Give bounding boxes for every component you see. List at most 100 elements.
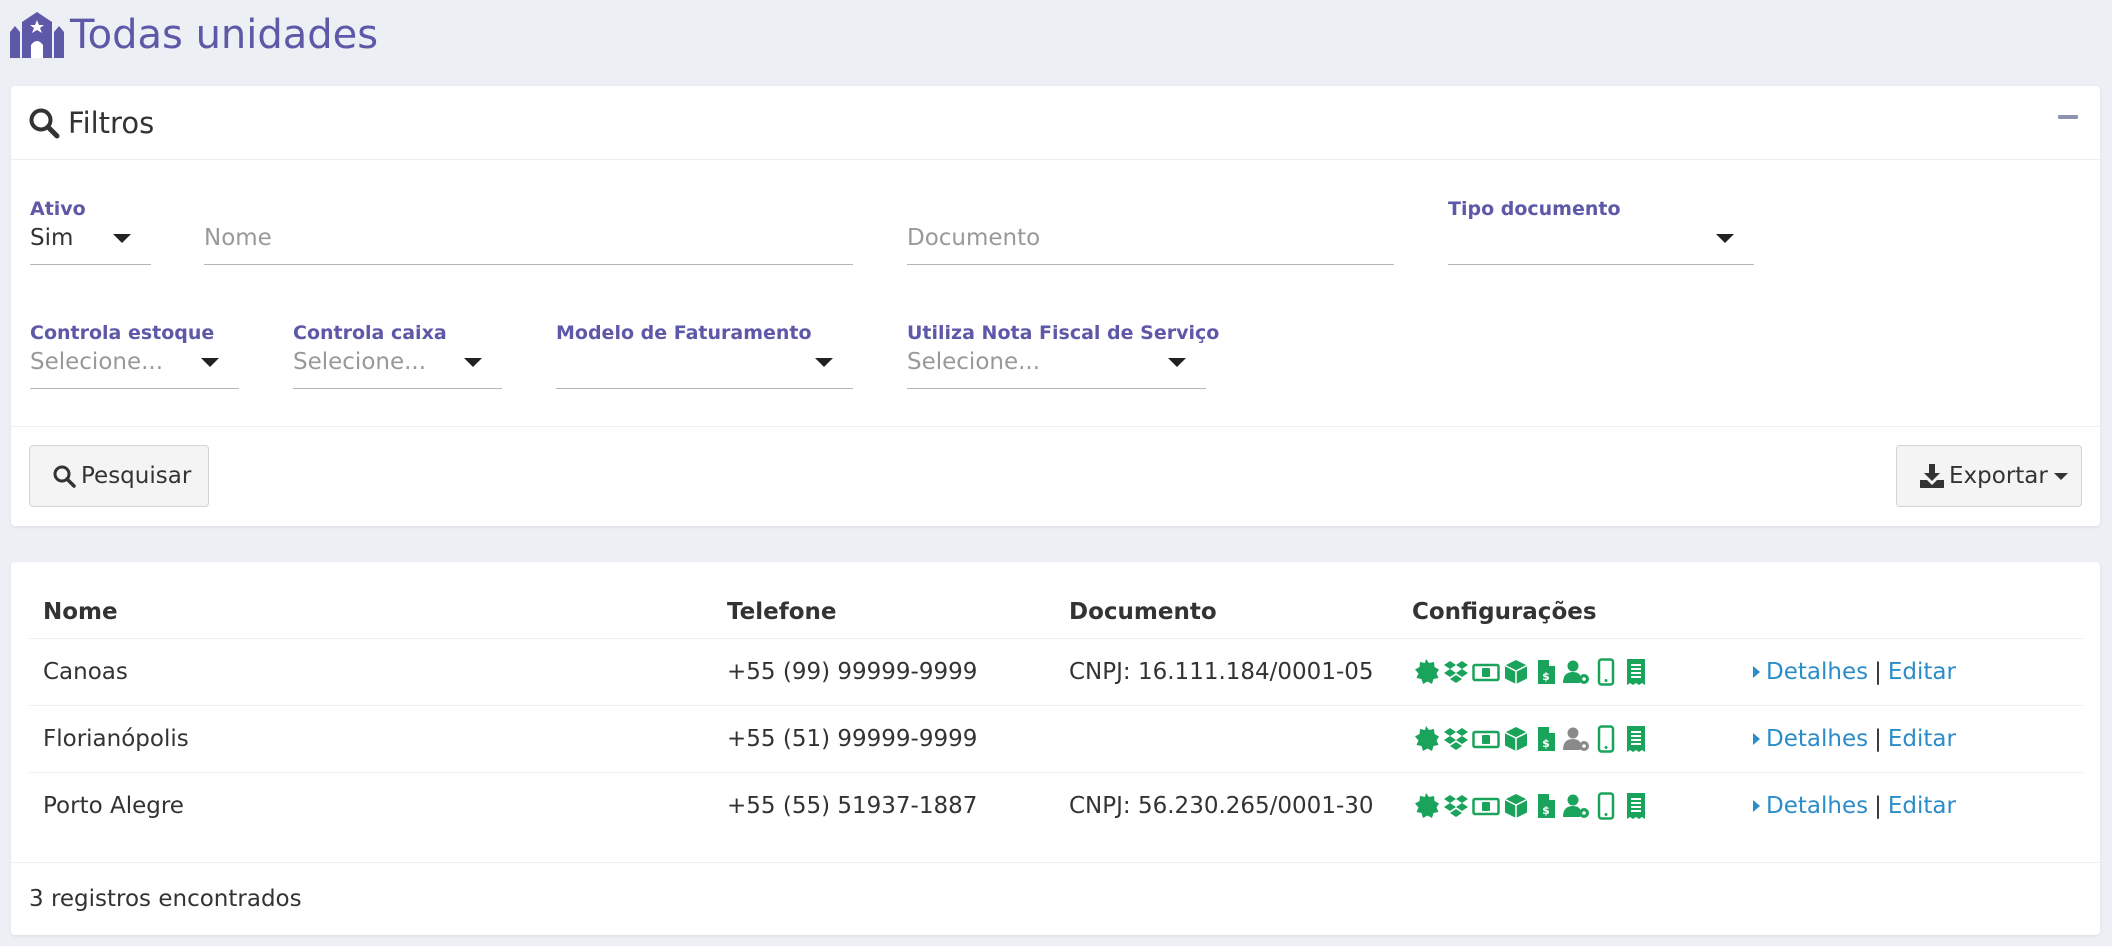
box-icon <box>1504 659 1528 684</box>
collapse-button[interactable] <box>2058 115 2078 119</box>
cell-configuracoes: $ <box>1398 638 1739 706</box>
receipt-icon <box>1627 792 1645 819</box>
controla-estoque-label: Controla estoque <box>30 322 215 344</box>
user-cog-icon <box>1563 660 1589 684</box>
details-link[interactable]: Detalhes <box>1766 726 1868 752</box>
documento-input[interactable]: Documento <box>907 198 1394 268</box>
cell-documento: CNPJ: 16.111.184/0001-05 <box>1055 638 1398 706</box>
receipt-icon <box>1627 658 1645 685</box>
cell-telefone: +55 (55) 51937-1887 <box>727 792 978 819</box>
chevron-down-icon <box>815 358 833 367</box>
cell-documento: CNPJ: 56.230.265/0001-30 <box>1069 792 1374 819</box>
nota-fiscal-select[interactable]: Utiliza Nota Fiscal de Serviço Selecione… <box>907 322 1219 392</box>
table-row: Canoas +55 (99) 99999-9999 CNPJ: 16.111.… <box>29 638 2083 706</box>
svg-text:$: $ <box>1542 737 1550 750</box>
dropbox-icon <box>1444 727 1468 750</box>
cell-telefone: +55 (99) 99999-9999 <box>713 638 1055 706</box>
download-icon <box>1920 464 1944 488</box>
receipt-icon <box>1627 725 1645 752</box>
page-header: Todas unidades <box>10 8 378 62</box>
nome-input[interactable]: Nome <box>204 198 853 268</box>
action-separator: | <box>1874 658 1882 685</box>
controla-estoque-select[interactable]: Controla estoque Selecione... <box>30 322 239 392</box>
svg-text:$: $ <box>1542 804 1550 817</box>
badge-icon <box>1415 792 1439 818</box>
cell-nome: Florianópolis <box>29 705 713 773</box>
modelo-faturamento-label: Modelo de Faturamento <box>556 322 812 344</box>
search-button-label: Pesquisar <box>81 463 192 489</box>
documento-placeholder: Documento <box>907 225 1041 251</box>
results-table: Nome Telefone Documento Configurações Ca… <box>29 586 2083 839</box>
file-invoice-dollar-icon: $ <box>1538 726 1555 751</box>
controla-caixa-label: Controla caixa <box>293 322 447 344</box>
column-header[interactable]: Telefone <box>713 586 1055 639</box>
mobile-icon <box>1597 724 1615 753</box>
chevron-down-icon <box>113 234 131 243</box>
caret-right-icon <box>1753 665 1760 678</box>
nota-fiscal-placeholder: Selecione... <box>907 349 1041 375</box>
tipo-documento-select[interactable]: Tipo documento <box>1448 198 1754 268</box>
ativo-value: Sim <box>30 225 74 251</box>
filters-title: Filtros <box>68 105 155 140</box>
cell-nome: Canoas <box>29 638 713 706</box>
money-bill-icon <box>1472 797 1500 815</box>
table-row: Porto Alegre +55 (55) 51937-1887 CNPJ: 5… <box>29 772 2083 839</box>
ativo-label: Ativo <box>30 198 86 220</box>
results-panel: Nome Telefone Documento Configurações Ca… <box>11 562 2100 935</box>
search-button[interactable]: Pesquisar <box>29 445 209 507</box>
user-cog-icon <box>1563 794 1589 818</box>
badge-icon <box>1415 725 1439 751</box>
file-invoice-dollar-icon: $ <box>1538 793 1555 818</box>
export-button[interactable]: Exportar <box>1896 445 2082 507</box>
export-button-label: Exportar <box>1949 463 2048 489</box>
action-separator: | <box>1874 725 1882 752</box>
column-header[interactable]: Documento <box>1055 586 1398 639</box>
ativo-select[interactable]: Ativo Sim <box>30 198 151 268</box>
svg-text:$: $ <box>1542 670 1550 683</box>
caret-right-icon <box>1753 732 1760 745</box>
cell-telefone: +55 (51) 99999-9999 <box>713 705 1055 773</box>
table-header-row: Nome Telefone Documento Configurações <box>29 586 2083 639</box>
caret-down-icon <box>2053 472 2068 480</box>
cell-documento <box>1055 705 1398 773</box>
controla-estoque-placeholder: Selecione... <box>30 349 164 375</box>
chevron-down-icon <box>1716 234 1734 243</box>
edit-link[interactable]: Editar <box>1888 659 1956 685</box>
cell-configuracoes: $ <box>1398 705 1739 773</box>
search-icon <box>29 108 60 138</box>
search-icon <box>53 465 76 488</box>
dropbox-icon <box>1444 794 1468 817</box>
column-header: Configurações <box>1398 586 1739 639</box>
action-separator: | <box>1874 792 1882 819</box>
cell-actions: Detalhes | Editar <box>1739 638 2083 706</box>
box-icon <box>1504 793 1528 818</box>
cell-actions: Detalhes | Editar <box>1739 705 2083 773</box>
details-link[interactable]: Detalhes <box>1766 793 1868 819</box>
filters-footer: Pesquisar Exportar <box>11 426 2100 526</box>
mobile-icon <box>1597 792 1615 820</box>
dropbox-icon <box>1444 660 1468 683</box>
money-bill-icon <box>1472 730 1500 748</box>
file-invoice-dollar-icon: $ <box>1538 659 1555 684</box>
chevron-down-icon <box>1168 358 1186 367</box>
user-cog-icon <box>1563 727 1589 751</box>
money-bill-icon <box>1472 663 1500 681</box>
details-link[interactable]: Detalhes <box>1766 659 1868 685</box>
cell-actions: Detalhes | Editar <box>1739 772 2083 839</box>
edit-link[interactable]: Editar <box>1888 793 1956 819</box>
column-header[interactable]: Nome <box>29 586 713 639</box>
edit-link[interactable]: Editar <box>1888 726 1956 752</box>
controla-caixa-placeholder: Selecione... <box>293 349 427 375</box>
chevron-down-icon <box>201 358 219 367</box>
page-title: Todas unidades <box>70 12 379 58</box>
controla-caixa-select[interactable]: Controla caixa Selecione... <box>293 322 502 392</box>
tipo-documento-label: Tipo documento <box>1448 198 1621 220</box>
chevron-down-icon <box>464 358 482 367</box>
box-icon <box>1504 726 1528 751</box>
badge-icon <box>1415 658 1439 684</box>
filters-panel: Filtros Ativo Sim Nome Documento Tipo do… <box>11 86 2100 526</box>
cell-configuracoes: $ <box>1398 772 1739 839</box>
filters-header: Filtros <box>11 86 2100 160</box>
table-row: Florianópolis +55 (51) 99999-9999 $ Deta… <box>29 705 2083 773</box>
modelo-faturamento-select[interactable]: Modelo de Faturamento <box>556 322 853 392</box>
